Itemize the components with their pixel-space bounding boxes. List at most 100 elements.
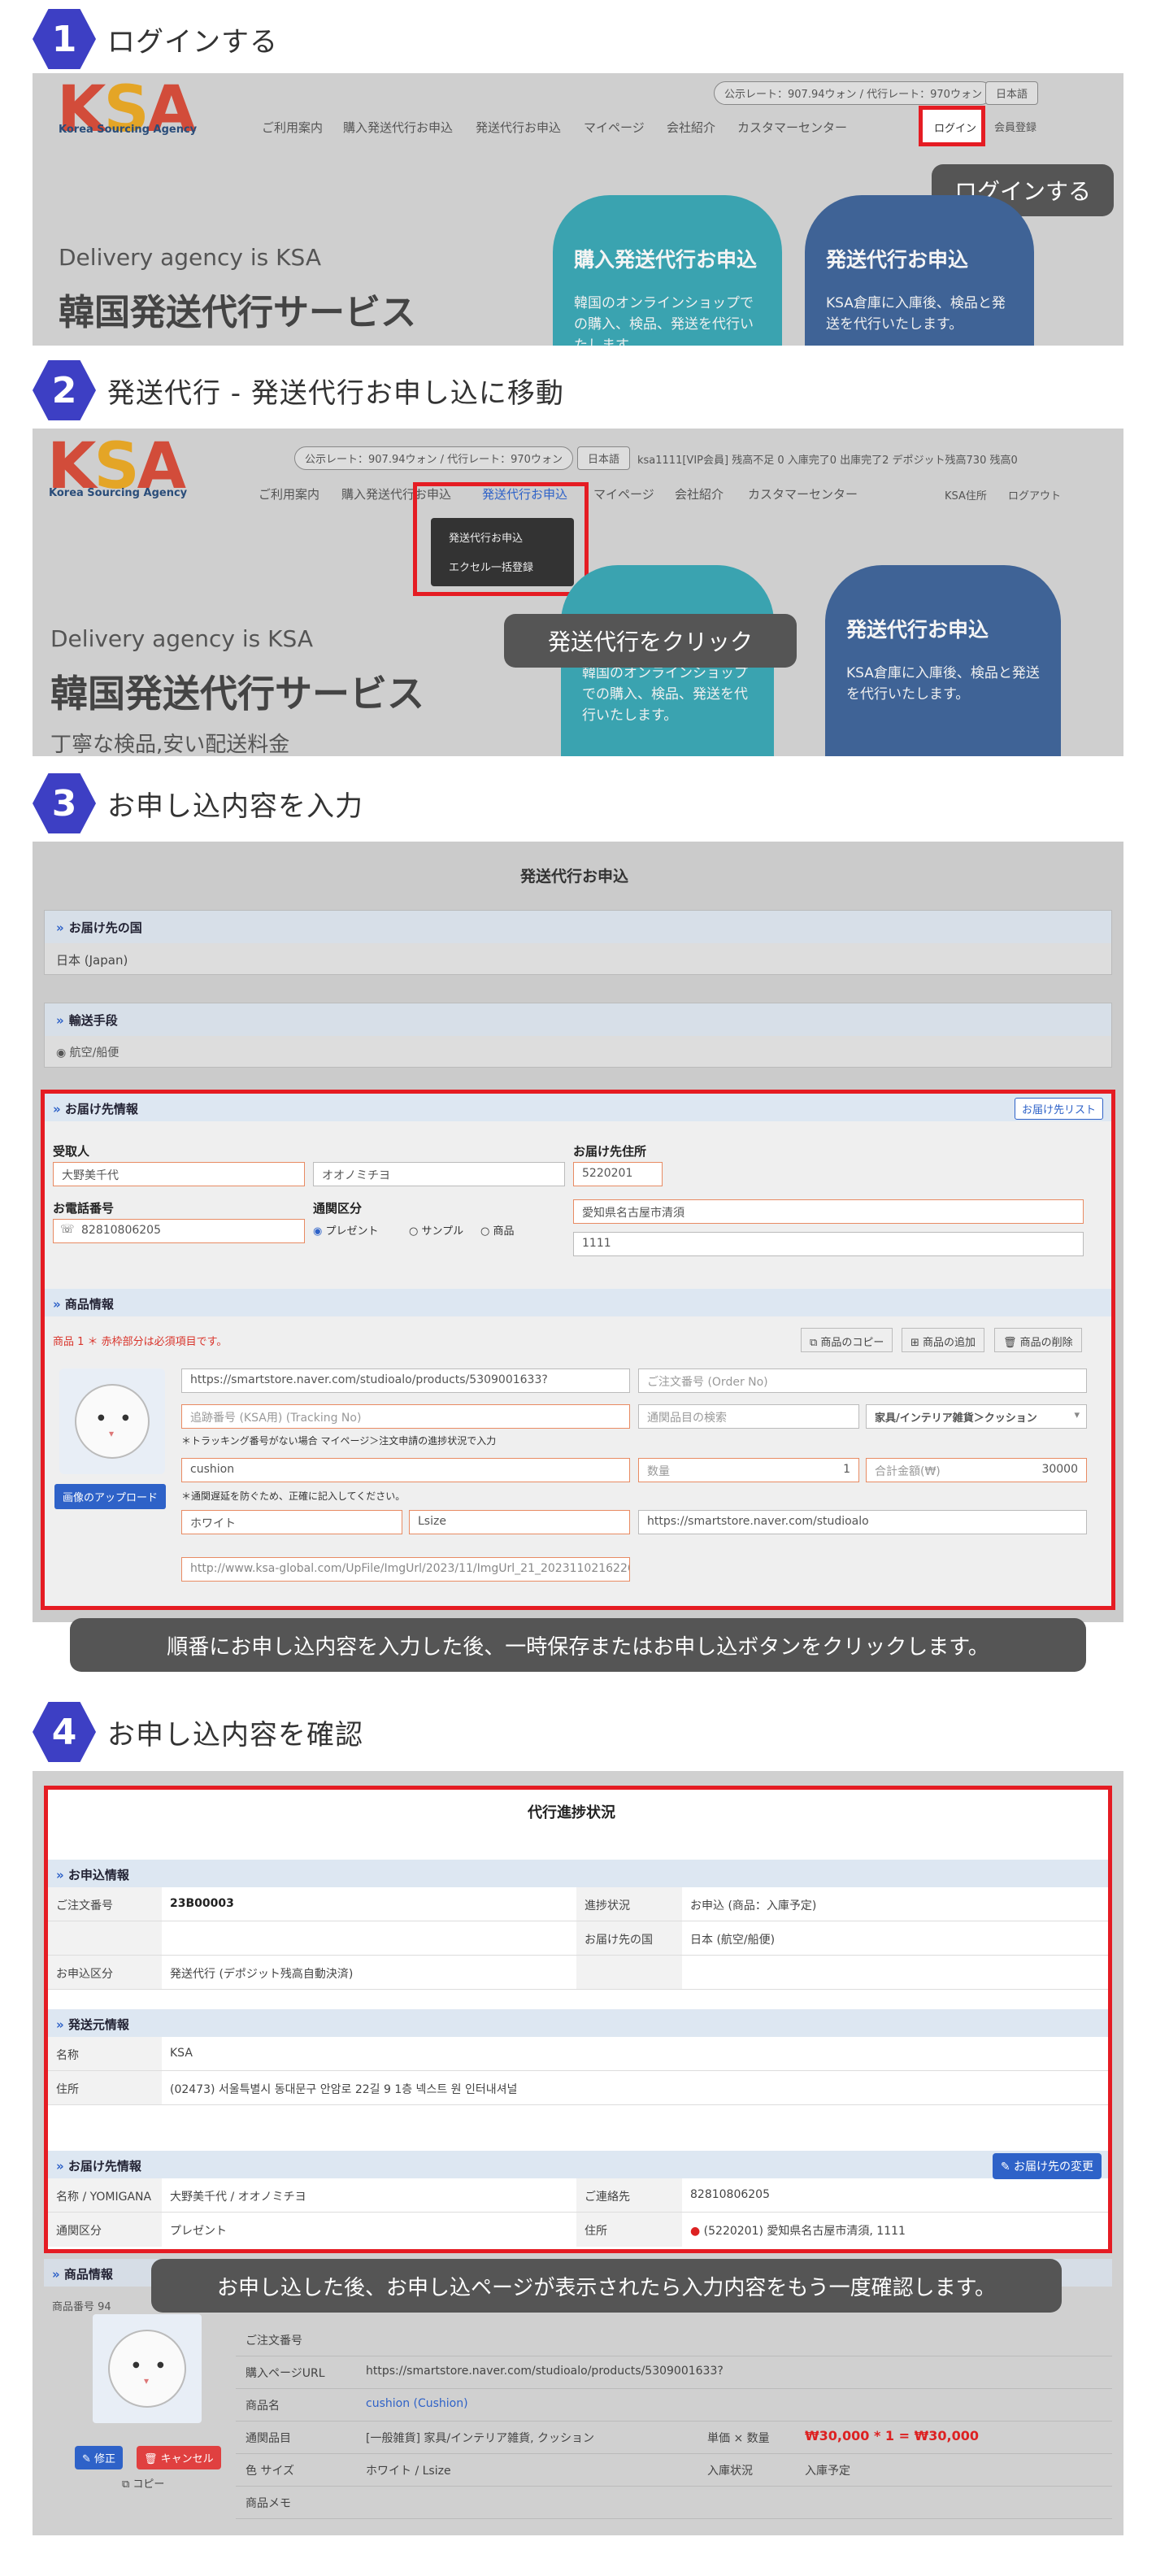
card-ship[interactable]: 発送代行お申込 KSA倉庫に入庫後、検品と発送を代行いたします。 [805,195,1034,346]
step-4-header: 4 お申し込内容を確認 [33,1699,363,1764]
delete-product-button[interactable]: 🗑 商品の削除 [994,1328,1082,1352]
apply-table: ご注文番号 23B00003 進捗状況 お申込 (商品：入庫予定) お届け先の国… [48,1887,1108,1990]
nav-company[interactable]: 会社紹介 [675,485,724,503]
order-no-label: ご注文番号 [56,1899,113,1912]
sender-name-value: KSA [170,2047,193,2060]
customs-radio-sample[interactable]: ○ サンプル [409,1222,463,1238]
order-no-value: 23B00003 [170,1897,234,1910]
nav-customer[interactable]: カスタマーセンター [748,485,858,503]
page-title: 発送代行お申込 [520,868,629,886]
ksa-address-link[interactable]: KSA住所 [945,487,987,503]
sender-table: 名称 KSA 住所 (02473) 서울특별시 동대문구 안암로 22길 9 1… [48,2037,1108,2105]
product-url-input[interactable]: https://smartstore.naver.com/studioalo/p… [181,1368,630,1393]
card-purchase[interactable]: 購入発送代行お申込 韓国のオンラインショップでの購入、検品、発送を代行いたします… [553,195,782,346]
recipient-name-value: 大野美千代 / オオノミチヨ [170,2191,306,2204]
name-input[interactable]: 大野美千代 [53,1162,305,1186]
form-highlight: » お届け先情報 お届け先リスト 受取人 大野美千代 オオノミチヨ お届け先住所… [41,1090,1115,1610]
recipient-list-button[interactable]: お届け先リスト [1014,1098,1103,1120]
edit-button[interactable]: ✎ 修正 [75,2446,124,2469]
customs-radio-gift[interactable]: ◉ プレゼント [313,1222,379,1238]
page-title: 代行進捗状況 [528,1804,615,1821]
qty-input[interactable]: 数量 1 [638,1458,859,1482]
dest-country-label: お届け先の国 [585,1934,653,1947]
nav-mypage[interactable]: マイページ [584,119,645,136]
add-product-button[interactable]: ⊞ 商品の追加 [902,1328,985,1352]
card-ship[interactable]: 発送代行お申込 KSA倉庫に入庫後、検品と発送を代行いたします。 [825,565,1061,756]
nav-company[interactable]: 会社紹介 [667,119,715,136]
tracking-note: ＊トラッキング番号がない場合 マイページ＞注文申請の進捗状況で入力 [181,1435,497,1447]
product-detail-table: ご注文番号 購入ページURL https://smartstore.naver.c… [236,2291,1112,2535]
size-input[interactable]: Lsize [409,1510,630,1534]
nav-mypage[interactable]: マイページ [593,485,654,503]
screenshot-menu: KSA Korea Sourcing Agency 公示レート：907.94ウォ… [33,429,1123,756]
address-label: お届け先住所 [573,1144,647,1159]
step-number-badge: 3 [33,773,96,833]
recipient-header: » お届け先情報 お届け先リスト [45,1094,1111,1121]
copy-product-button[interactable]: ⧉ 商品のコピー [801,1328,893,1352]
progress-label: 進捗状況 [585,1899,630,1912]
shop-url-input[interactable]: https://smartstore.naver.com/studioalo [638,1510,1087,1534]
table-row: 商品メモ [236,2487,1112,2519]
login-link[interactable]: ログイン [934,120,976,135]
table-row: 通関品目 [一般雑貨] 家具/インテリア雑貨, クッション 単価 × 数量 ₩3… [236,2422,1112,2454]
step-3-header: 3 お申し込内容を入力 [33,771,363,836]
sender-address-label: 住所 [56,2083,79,2096]
card-desc: 韓国のオンラインショップでの購入、検品、発送を代行いたします。 [574,295,754,346]
apply-header: » お申込情報 [48,1860,1108,1887]
dest-country-value: 日本 (航空/船便) [690,1934,776,1947]
hero-english: Delivery agency is KSA [50,625,313,652]
image-url-input[interactable]: http://www.ksa-global.com/UpFile/ImgUrl/… [181,1557,630,1582]
name-label: 受取人 [53,1144,90,1159]
phone-label: お電話番号 [53,1201,115,1216]
step-number-badge: 4 [33,1702,96,1762]
rate-pill: 公示レート：907.94ウォン / 代行レート：970ウォン [714,81,993,105]
panel-header: » 輸送手段 [45,1003,1111,1036]
copy-button[interactable]: ⧉ コピー [122,2475,164,2491]
tracking-input[interactable]: 追跡番号 (KSA用) (Tracking No) [181,1404,630,1429]
hero-japanese: 韓国発送代行サービス [59,292,416,333]
nav-customer[interactable]: カスタマーセンター [737,119,847,136]
name-kana-input[interactable]: オオノミチヨ [313,1162,565,1186]
transport-radio[interactable]: ◉ 航空/船便 [56,1044,119,1060]
nav-purchase-ship[interactable]: 購入発送代行お申込 [343,119,453,136]
customs-note: ＊通関遅延を防ぐため、正確に記入してください。 [181,1490,406,1502]
nav-usage[interactable]: ご利用案内 [259,485,319,503]
login-highlight: ログイン [919,106,985,146]
panel-header: » 商品情報 [52,2267,113,2282]
sender-address-value: (02473) 서울특별시 동대문구 안암로 22길 9 1층 넥스트 원 인터… [170,2083,518,2096]
table-row: 商品名 cushion (Cushion) [236,2389,1112,2422]
step-1-header: 1 ログインする [33,7,278,72]
language-select[interactable]: 日本語 [985,81,1039,105]
nav-usage[interactable]: ご利用案内 [262,119,323,136]
step-number-badge: 2 [33,360,96,420]
color-input[interactable]: ホワイト [181,1510,402,1534]
screenshot-form: 発送代行お申込 » お届け先の国 日本 (Japan) » 輸送手段 ◉ 航空/船便… [33,842,1123,1622]
phone-input[interactable]: ☏ 82810806205 [53,1219,305,1243]
address1-input[interactable]: 愛知県名古屋市清須 [573,1199,1084,1224]
address2-input[interactable]: 1111 [573,1232,1084,1256]
category-select[interactable]: 家具/インテリア雑貨＞クッション ▾ [866,1404,1087,1429]
customs-radio-product[interactable]: ○ 商品 [480,1222,515,1238]
click-tooltip: 発送代行をクリック [504,614,797,668]
hero-subtitle: 丁寧な検品,安い配送料金 [50,733,290,756]
total-input[interactable]: 合計金額(₩) 30000 [866,1458,1087,1482]
logout-link[interactable]: ログアウト [1008,487,1061,503]
change-recipient-button[interactable]: ✎ お届け先の変更 [992,2153,1102,2179]
hero-english: Delivery agency is KSA [59,244,321,271]
recipient-table: 名称 / YOMIGANA 大野美千代 / オオノミチヨ ご連絡先 828108… [48,2178,1108,2247]
dropdown-item-apply[interactable]: 発送代行お申込 [449,529,523,545]
order-no-input[interactable]: ご注文番号 (Order No) [638,1368,1087,1393]
contact-label: ご連絡先 [585,2191,630,2204]
register-link[interactable]: 会員登録 [994,119,1036,134]
cancel-button[interactable]: 🗑 キャンセル [137,2446,221,2469]
nav-ship-apply[interactable]: 発送代行お申込 [476,119,561,136]
language-select[interactable]: 日本語 [577,446,631,470]
category-search-input[interactable]: 通関品目の検索 [638,1404,859,1429]
item-name-input[interactable]: cushion [181,1458,630,1482]
form-tooltip: 順番にお申し込内容を入力した後、一時保存またはお申し込ボタンをクリックします。 [70,1618,1086,1672]
confirm-highlight: 代行進捗状況 » お申込情報 ご注文番号 23B00003 進捗状況 お申込 (… [44,1786,1112,2253]
upload-image-button[interactable]: 画像のアップロード [54,1484,167,1509]
zip-input[interactable]: 5220201 [573,1162,663,1186]
apply-type-value: 発送代行 (デポジット残高自動決済) [170,1968,354,1981]
dropdown-item-excel[interactable]: エクセル一括登録 [449,559,533,574]
